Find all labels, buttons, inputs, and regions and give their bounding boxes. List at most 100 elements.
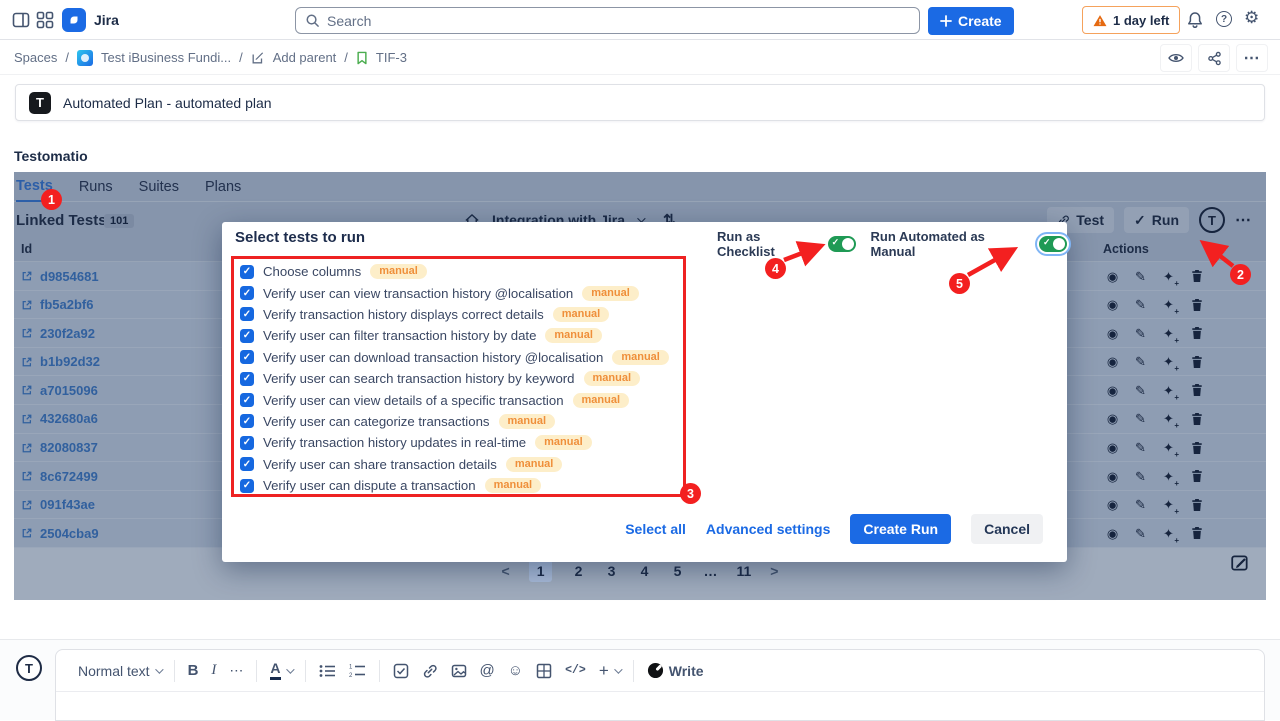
view-icon[interactable]: ◉ [1105, 354, 1120, 369]
test-checkbox[interactable]: ✓ [240, 350, 254, 364]
text-style-dropdown[interactable]: Normal text [78, 663, 161, 679]
delete-trash-icon[interactable] [1189, 326, 1204, 341]
italic-button[interactable]: I [211, 662, 216, 679]
test-checkbox[interactable]: ✓ [240, 393, 254, 407]
text-color-button[interactable]: A [270, 661, 291, 680]
test-id-link[interactable]: 091f43ae [21, 491, 95, 519]
ai-sparkle-icon[interactable]: ✦ [1161, 440, 1176, 455]
task-checkbox-icon[interactable] [393, 663, 409, 679]
delete-trash-icon[interactable] [1189, 440, 1204, 455]
widget-more-icon[interactable]: ⋯ [1235, 210, 1252, 230]
comment-editor[interactable]: Normal text B I ⋯ A 12 @ ☺ [55, 649, 1265, 721]
numbered-list-icon[interactable]: 12 [349, 663, 366, 679]
watch-button[interactable] [1160, 44, 1192, 72]
pagination-next-icon[interactable]: > [770, 563, 778, 579]
testomatio-circle-button[interactable]: T [1199, 207, 1225, 233]
code-block-button[interactable]: </> [565, 664, 586, 677]
view-icon[interactable]: ◉ [1105, 383, 1120, 398]
breadcrumb-spaces[interactable]: Spaces [14, 50, 57, 65]
cancel-button[interactable]: Cancel [971, 514, 1043, 544]
run-button[interactable]: ✓ Run [1124, 207, 1189, 233]
edit-pencil-icon[interactable]: ✎ [1133, 269, 1148, 284]
pagination-page[interactable]: 11 [736, 563, 751, 579]
test-checkbox[interactable]: ✓ [240, 329, 254, 343]
view-icon[interactable]: ◉ [1105, 440, 1120, 455]
delete-trash-icon[interactable] [1189, 297, 1204, 312]
test-id-link[interactable]: d9854681 [21, 262, 99, 290]
tab-runs[interactable]: Runs [79, 172, 113, 202]
more-formatting-icon[interactable]: ⋯ [229, 662, 243, 679]
test-id-link[interactable]: b1b92d32 [21, 348, 100, 376]
view-icon[interactable]: ◉ [1105, 411, 1120, 426]
delete-trash-icon[interactable] [1189, 469, 1204, 484]
test-id-link[interactable]: a7015096 [21, 376, 98, 404]
breadcrumb-issue-key[interactable]: TIF-3 [376, 50, 407, 65]
tab-plans[interactable]: Plans [205, 172, 241, 202]
mention-button[interactable]: @ [480, 663, 495, 678]
test-id-link[interactable]: 2504cba9 [21, 519, 99, 547]
help-icon[interactable]: ? [1216, 11, 1232, 27]
advanced-settings-link[interactable]: Advanced settings [706, 521, 830, 537]
edit-pencil-icon[interactable]: ✎ [1133, 383, 1148, 398]
image-icon[interactable] [451, 663, 467, 679]
create-button[interactable]: Create [928, 7, 1014, 35]
table-icon[interactable] [536, 663, 552, 679]
share-button[interactable] [1198, 44, 1230, 72]
edit-pencil-icon[interactable]: ✎ [1133, 497, 1148, 512]
ai-sparkle-icon[interactable]: ✦ [1161, 469, 1176, 484]
pagination-page[interactable]: 5 [670, 563, 684, 579]
pagination-page[interactable]: 3 [604, 563, 618, 579]
view-icon[interactable]: ◉ [1105, 526, 1120, 541]
sidebar-toggle-icon[interactable] [12, 11, 30, 29]
ai-sparkle-icon[interactable]: ✦ [1161, 297, 1176, 312]
global-search[interactable] [295, 7, 920, 34]
ai-sparkle-icon[interactable]: ✦ [1161, 383, 1176, 398]
test-checkbox[interactable]: ✓ [240, 307, 254, 321]
run-automated-as-manual-toggle[interactable]: ✓ [1039, 236, 1067, 252]
test-checkbox[interactable]: ✓ [240, 457, 254, 471]
edit-pencil-icon[interactable]: ✎ [1133, 411, 1148, 426]
view-icon[interactable]: ◉ [1105, 297, 1120, 312]
edit-pencil-icon[interactable]: ✎ [1133, 354, 1148, 369]
ai-sparkle-icon[interactable]: ✦ [1161, 497, 1176, 512]
delete-trash-icon[interactable] [1189, 497, 1204, 512]
create-run-button[interactable]: Create Run [850, 514, 951, 544]
edit-pencil-icon[interactable]: ✎ [1133, 440, 1148, 455]
test-checkbox[interactable]: ✓ [240, 286, 254, 300]
pagination-page[interactable]: 1 [529, 560, 553, 582]
delete-trash-icon[interactable] [1189, 383, 1204, 398]
ai-sparkle-icon[interactable]: ✦ [1161, 411, 1176, 426]
test-id-link[interactable]: fb5a2bf6 [21, 291, 93, 319]
edit-pencil-icon[interactable]: ✎ [1133, 297, 1148, 312]
ai-write-button[interactable]: Write [647, 662, 704, 679]
pagination-page[interactable]: 2 [571, 563, 585, 579]
select-all-link[interactable]: Select all [625, 521, 686, 537]
delete-trash-icon[interactable] [1189, 526, 1204, 541]
compose-feedback-icon[interactable] [1230, 553, 1250, 573]
ai-sparkle-icon[interactable]: ✦ [1161, 526, 1176, 541]
view-icon[interactable]: ◉ [1105, 497, 1120, 512]
link-icon[interactable] [422, 663, 438, 679]
emoji-icon[interactable]: ☺ [508, 663, 523, 678]
test-id-link[interactable]: 8c672499 [21, 462, 98, 490]
test-id-link[interactable]: 230f2a92 [21, 319, 95, 347]
breadcrumb-add-parent[interactable]: Add parent [273, 50, 337, 65]
test-checkbox[interactable]: ✓ [240, 436, 254, 450]
edit-pencil-icon[interactable]: ✎ [1133, 469, 1148, 484]
edit-pencil-icon[interactable]: ✎ [1133, 326, 1148, 341]
breadcrumb-project[interactable]: Test iBusiness Fundi... [101, 50, 231, 65]
settings-gear-icon[interactable]: ⚙ [1244, 8, 1259, 28]
test-id-link[interactable]: 82080837 [21, 434, 98, 462]
test-checkbox[interactable]: ✓ [240, 479, 254, 493]
pagination-page[interactable]: 4 [637, 563, 651, 579]
view-icon[interactable]: ◉ [1105, 326, 1120, 341]
bold-button[interactable]: B [188, 662, 199, 679]
test-id-link[interactable]: 432680a6 [21, 405, 98, 433]
run-as-checklist-toggle[interactable]: ✓ [828, 236, 856, 252]
jira-logo-icon[interactable] [62, 8, 86, 32]
ai-sparkle-icon[interactable]: ✦ [1161, 354, 1176, 369]
view-icon[interactable]: ◉ [1105, 469, 1120, 484]
insert-more-button[interactable]: + [599, 661, 620, 681]
bullet-list-icon[interactable] [319, 663, 336, 679]
app-switcher-icon[interactable] [36, 11, 54, 29]
